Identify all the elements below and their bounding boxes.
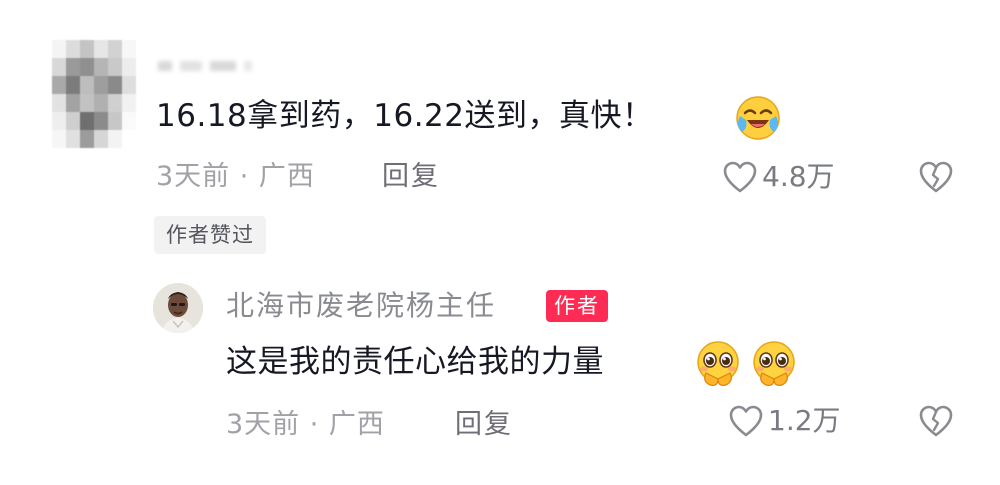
- reply-avatar[interactable]: [153, 283, 203, 333]
- comment-thread: 16.18拿到药，16.22送到，真快！ 3天前 · 广西 回复 4.8万 作者…: [0, 0, 1000, 485]
- reply-text: 这是我的责任心给我的力量: [226, 344, 604, 380]
- mosaic-cell: [108, 58, 122, 76]
- mosaic-cell: [66, 40, 80, 58]
- pleading-emoji-icon: [753, 341, 795, 386]
- mosaic-cell: [108, 130, 122, 148]
- mosaic-cell: [122, 58, 136, 76]
- mosaic-cell: [94, 130, 108, 148]
- reply-like-count: 1.2万: [768, 404, 841, 437]
- comment-reply-button[interactable]: 回复: [382, 160, 440, 194]
- mosaic-cell: [108, 112, 122, 130]
- reply-like-button[interactable]: 1.2万: [728, 404, 841, 438]
- mosaic-cell: [94, 112, 108, 130]
- mosaic-cell: [108, 40, 122, 58]
- author-liked-badge: 作者赞过: [154, 216, 266, 254]
- broken-heart-outline-icon[interactable]: [918, 160, 954, 194]
- pleading-emoji-icon: [697, 341, 739, 386]
- mosaic-cell: [80, 130, 94, 148]
- comment-text: 16.18拿到药，16.22送到，真快！: [156, 98, 654, 134]
- heart-outline-icon: [722, 160, 758, 194]
- mosaic-cell: [52, 130, 66, 148]
- mosaic-cell: [80, 94, 94, 112]
- mosaic-cell: [66, 76, 80, 94]
- reply-reply-button[interactable]: 回复: [455, 408, 513, 442]
- mosaic-cell: [94, 40, 108, 58]
- mosaic-cell: [80, 58, 94, 76]
- mosaic-cell: [66, 58, 80, 76]
- mosaic-cell: [94, 58, 108, 76]
- mosaic-cell: [80, 40, 94, 58]
- mosaic-cell: [122, 94, 136, 112]
- mosaic-cell: [122, 112, 136, 130]
- heart-outline-icon: [728, 404, 764, 438]
- mosaic-cell: [52, 112, 66, 130]
- mosaic-cell: [52, 76, 66, 94]
- author-tag: 作者: [546, 290, 608, 322]
- mosaic-cell: [122, 130, 136, 148]
- mosaic-cell: [52, 94, 66, 112]
- avatar-portrait-icon: [153, 283, 203, 333]
- mosaic-cell: [94, 94, 108, 112]
- mosaic-cell: [108, 76, 122, 94]
- comment-like-button[interactable]: 4.8万: [722, 160, 835, 194]
- mosaic-cell: [66, 94, 80, 112]
- comment-time-location: 3天前 · 广西: [156, 161, 315, 192]
- mosaic-cell: [122, 76, 136, 94]
- mosaic-cell: [80, 112, 94, 130]
- mosaic-cell: [122, 40, 136, 58]
- reply-username[interactable]: 北海市废老院杨主任: [226, 288, 496, 324]
- mosaic-cell: [80, 76, 94, 94]
- reply-time-location: 3天前 · 广西: [226, 409, 385, 440]
- mosaic-cell: [108, 94, 122, 112]
- comment-like-count: 4.8万: [762, 160, 835, 193]
- commenter-avatar-pixelated[interactable]: [52, 40, 136, 148]
- broken-heart-outline-icon[interactable]: [918, 404, 954, 438]
- commenter-name-blurred: [158, 58, 288, 74]
- mosaic-cell: [66, 112, 80, 130]
- mosaic-cell: [94, 76, 108, 94]
- mosaic-cell: [66, 130, 80, 148]
- mosaic-cell: [52, 58, 66, 76]
- laugh-cry-emoji-icon: [736, 96, 780, 140]
- mosaic-cell: [52, 40, 66, 58]
